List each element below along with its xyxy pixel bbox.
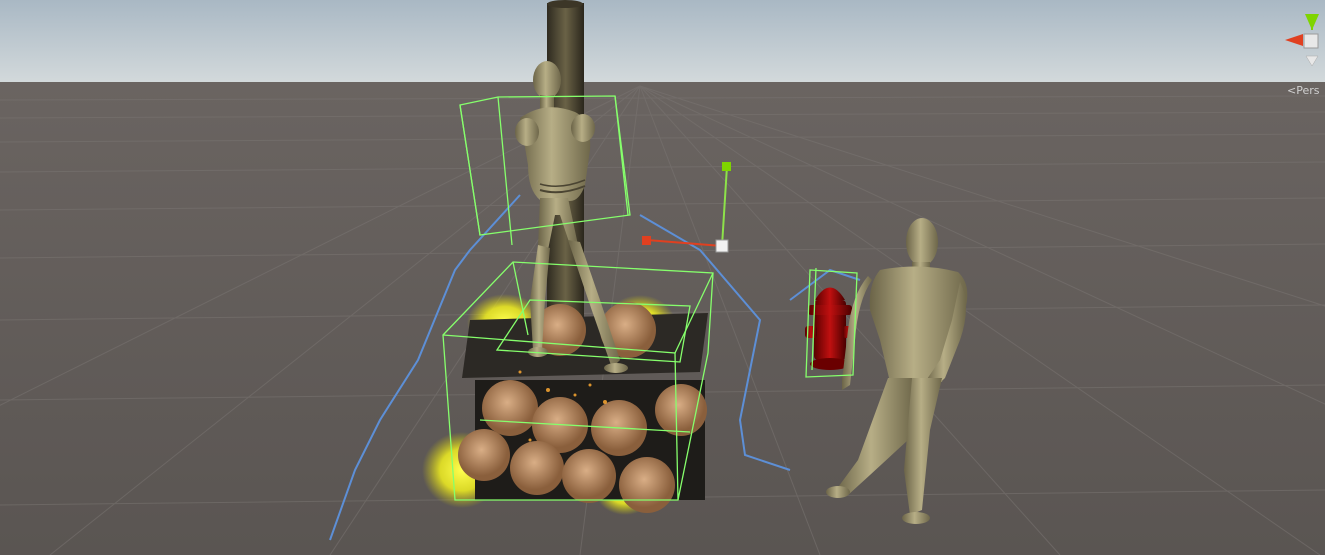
projection-label[interactable]: <Pers bbox=[1287, 84, 1319, 97]
projection-text: Pers bbox=[1296, 84, 1320, 97]
projection-chevron-icon: < bbox=[1287, 84, 1297, 97]
scene-viewport[interactable]: <Pers bbox=[0, 0, 1325, 555]
z-axis-cone-icon[interactable] bbox=[1305, 55, 1319, 67]
y-axis-cone-icon[interactable] bbox=[1305, 14, 1319, 30]
scene-canvas[interactable] bbox=[0, 0, 1325, 555]
skybox bbox=[0, 0, 1325, 85]
x-axis-cone-icon[interactable] bbox=[1285, 34, 1303, 46]
gizmo-center-cube[interactable] bbox=[1303, 33, 1319, 49]
